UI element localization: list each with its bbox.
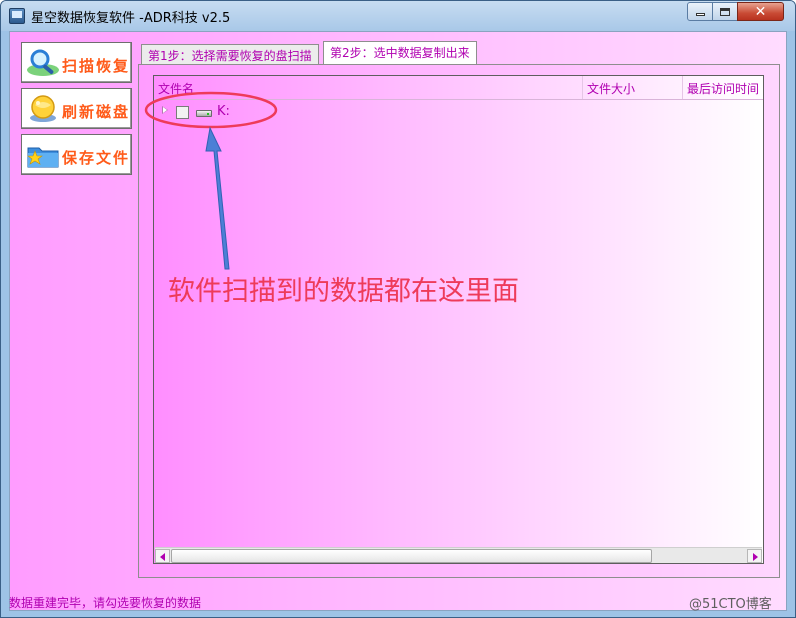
column-header-filesize[interactable]: 文件大小 (587, 80, 635, 97)
scroll-left-arrow-icon[interactable] (155, 549, 170, 563)
minimize-icon (695, 13, 705, 16)
expand-arrow-icon[interactable] (162, 106, 168, 114)
window-title: 星空数据恢复软件 -ADR科技 v2.5 (31, 11, 231, 26)
refresh-disk-label: 刷新磁盘 (62, 103, 131, 121)
close-icon: ✕ (754, 3, 767, 20)
scroll-right-arrow-icon[interactable] (747, 549, 762, 563)
magnifier-icon (27, 49, 59, 76)
tab-step-2[interactable]: 第2步：选中数据复制出来 (323, 41, 477, 64)
title-bar: 星空数据恢复软件 -ADR科技 v2.5 ✕ (1, 1, 795, 31)
horizontal-scrollbar[interactable] (155, 547, 762, 563)
column-divider[interactable] (582, 76, 583, 99)
tab-step-1[interactable]: 第1步：选择需要恢复的盘扫描 (141, 44, 319, 64)
watermark: @51CTO博客 (689, 597, 772, 612)
refresh-disk-button[interactable]: 刷新磁盘 (21, 88, 132, 129)
drive-icon (196, 110, 212, 117)
scan-recover-label: 扫描恢复 (62, 57, 131, 75)
app-window: 星空数据恢复软件 -ADR科技 v2.5 ✕ 扫描恢复 刷新磁盘 保存文件 第1… (0, 0, 796, 618)
minimize-button[interactable] (687, 2, 713, 21)
save-file-label: 保存文件 (62, 149, 131, 167)
tree-header: 文件名 文件大小 最后访问时间 (154, 76, 763, 100)
drive-checkbox[interactable] (176, 106, 189, 119)
scan-recover-button[interactable]: 扫描恢复 (21, 42, 132, 83)
status-bar-text: 数据重建完毕，请勾选要恢复的数据 (9, 596, 202, 610)
column-divider[interactable] (682, 76, 683, 99)
column-header-filename[interactable]: 文件名 (158, 80, 194, 97)
annotation-caption: 软件扫描到的数据都在这里面 (168, 276, 519, 307)
save-file-button[interactable]: 保存文件 (21, 134, 132, 175)
scrollbar-thumb[interactable] (171, 549, 652, 563)
main-client-area: 扫描恢复 刷新磁盘 保存文件 第1步：选择需要恢复的盘扫描 第2步：选中数据复制… (9, 31, 787, 611)
app-icon (9, 8, 25, 24)
close-button[interactable]: ✕ (737, 2, 784, 21)
tree-row-drive[interactable]: K: (154, 102, 354, 122)
file-tree[interactable]: 文件名 文件大小 最后访问时间 K: (153, 75, 764, 564)
disk-globe-icon (30, 95, 56, 122)
maximize-button[interactable] (712, 2, 738, 21)
column-header-last-access[interactable]: 最后访问时间 (687, 80, 759, 97)
drive-label: K: (217, 104, 230, 119)
save-folder-icon (27, 147, 59, 168)
maximize-icon (720, 7, 730, 16)
